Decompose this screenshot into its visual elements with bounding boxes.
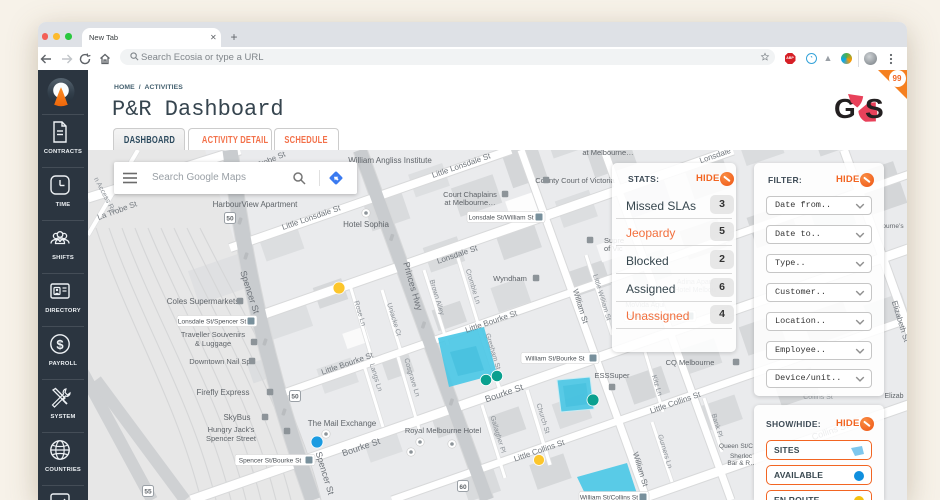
svg-text:Lonsdale St/Spencer St: Lonsdale St/Spencer St xyxy=(178,319,246,326)
svg-text:Spencer St/Bourke St: Spencer St/Bourke St xyxy=(239,458,302,465)
svg-text:Bar & R…: Bar & R… xyxy=(727,460,756,467)
svg-text:Hotel Sophia: Hotel Sophia xyxy=(343,220,389,229)
svg-text:Downtown Nail Spa: Downtown Nail Spa xyxy=(189,357,255,366)
svg-text:William Angliss Institute: William Angliss Institute xyxy=(348,156,432,165)
svg-text:CQ Melbourne: CQ Melbourne xyxy=(666,358,715,367)
svg-text:Elizab: Elizab xyxy=(884,393,903,400)
svg-text:Queen St/C: Queen St/C xyxy=(719,443,753,450)
svg-text:Royal Melbourne Hotel: Royal Melbourne Hotel xyxy=(405,426,482,435)
svg-text:S: S xyxy=(865,93,884,123)
svg-text:Spencer Street: Spencer Street xyxy=(206,434,257,443)
svg-text:Firefly Express: Firefly Express xyxy=(197,388,250,397)
svg-text:55: 55 xyxy=(144,488,152,495)
svg-text:Lonsdale St/William St: Lonsdale St/William St xyxy=(468,215,533,222)
svg-text:The Mail Exchange: The Mail Exchange xyxy=(308,419,377,428)
svg-text:at Melbourne…: at Melbourne… xyxy=(582,150,633,157)
svg-text:SkyBus: SkyBus xyxy=(223,413,250,422)
svg-text:50: 50 xyxy=(291,393,299,400)
svg-text:William St/Collins St: William St/Collins St xyxy=(580,495,638,500)
svg-text:Hungry Jack's: Hungry Jack's xyxy=(208,425,255,434)
svg-text:at Melbourne…: at Melbourne… xyxy=(444,198,495,207)
svg-text:William St/Bourke St: William St/Bourke St xyxy=(525,356,584,363)
svg-text:& Luggage: & Luggage xyxy=(195,339,231,348)
svg-text:HarbourView Apartment: HarbourView Apartment xyxy=(213,200,299,209)
svg-text:Wyndham: Wyndham xyxy=(493,274,527,283)
svg-text:$: $ xyxy=(56,337,64,352)
svg-text:50: 50 xyxy=(226,215,234,222)
svg-text:ESSSuper: ESSSuper xyxy=(594,371,630,380)
svg-text:Traveller Souvenirs: Traveller Souvenirs xyxy=(181,330,246,339)
svg-text:ourne’s: ourne’s xyxy=(882,223,904,230)
svg-text:60: 60 xyxy=(459,484,467,491)
svg-text:Sherloc: Sherloc xyxy=(730,453,753,460)
svg-text:Coles Supermarkets: Coles Supermarkets xyxy=(167,297,239,306)
